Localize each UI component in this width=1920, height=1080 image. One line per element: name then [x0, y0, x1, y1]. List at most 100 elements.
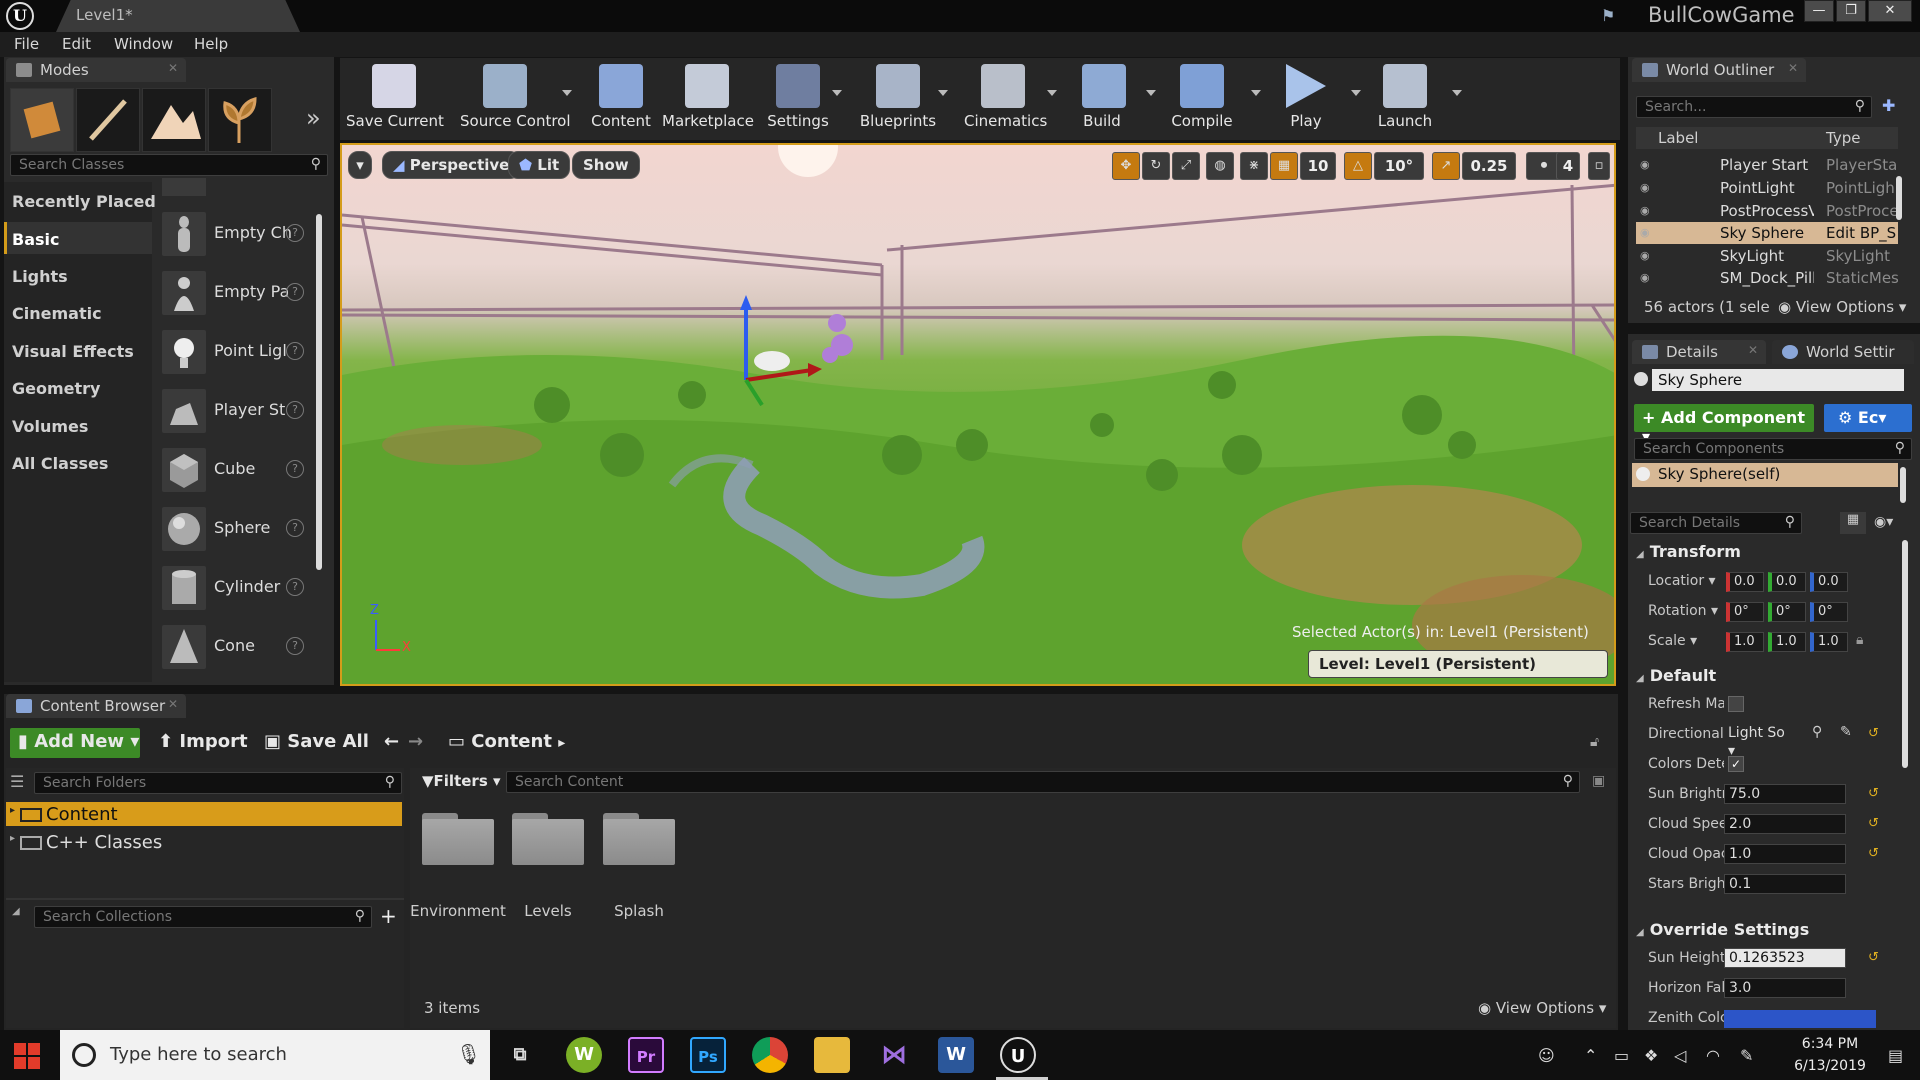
reset-arrow-icon[interactable]: ↺ [1868, 846, 1879, 861]
outliner-scrollbar[interactable] [1896, 176, 1902, 220]
close-icon[interactable]: ✕ [1748, 343, 1758, 357]
place-mode-icon[interactable] [10, 88, 74, 152]
lock-icon[interactable]: 🔓︎ [1590, 734, 1599, 750]
outliner-row[interactable]: ◉ SM_Dock_Pillar StaticMes [1636, 267, 1898, 289]
search-details-input[interactable]: Search Details ⚲ [1630, 512, 1802, 534]
modes-tab[interactable]: Modes ✕ [6, 58, 186, 82]
forward-button[interactable]: → [408, 728, 423, 758]
outliner-row-selected[interactable]: ◉ Sky Sphere Edit BP_S [1636, 222, 1898, 244]
help-icon[interactable]: ? [286, 519, 304, 537]
add-new-button[interactable]: ▮ Add New ▾ [10, 728, 140, 758]
help-icon[interactable]: ? [286, 460, 304, 478]
outliner-row[interactable]: ◉ Player Start PlayerSta [1636, 154, 1898, 176]
blueprints-button[interactable]: Blueprints [860, 60, 936, 136]
file-explorer-icon[interactable] [814, 1037, 850, 1073]
chevron-down-icon[interactable] [1146, 90, 1156, 96]
scale-snap-icon[interactable]: ↗ [1432, 152, 1460, 180]
chevron-down-icon[interactable] [938, 90, 948, 96]
reset-arrow-icon[interactable]: ↺ [1868, 816, 1879, 831]
category-volumes[interactable]: Volumes [12, 417, 88, 436]
chevron-down-icon[interactable] [1251, 90, 1261, 96]
cinematics-button[interactable]: Cinematics [964, 60, 1047, 136]
level-viewport[interactable]: Z X Selected Actor(s) in: Level1 (Persis… [340, 143, 1616, 686]
visibility-eye-icon[interactable]: ◉ [1640, 226, 1656, 239]
maximize-viewport-icon[interactable]: ▫ [1588, 152, 1610, 180]
refresh-material-checkbox[interactable] [1728, 696, 1744, 712]
search-collections-input[interactable]: Search Collections ⚲ [34, 906, 372, 928]
minimize-button[interactable]: — [1804, 0, 1834, 22]
chevron-down-icon[interactable] [1452, 90, 1462, 96]
visibility-eye-icon[interactable]: ◉ [1640, 249, 1656, 262]
category-recently-placed[interactable]: Recently Placed [12, 192, 156, 211]
world-settings-tab[interactable]: World Settir [1772, 340, 1914, 364]
foliage-mode-icon[interactable] [208, 88, 272, 152]
chevron-down-icon[interactable] [1351, 90, 1361, 96]
search-classes-input[interactable]: Search Classes ⚲ [10, 154, 328, 176]
level-tab[interactable]: Level1* [56, 0, 300, 32]
folder-splash[interactable] [603, 813, 675, 865]
visibility-eye-icon[interactable]: ◉ [1640, 271, 1656, 284]
eyedropper-icon[interactable]: ✎ [1840, 724, 1852, 740]
translate-tool-icon[interactable]: ✥ [1112, 152, 1140, 180]
menu-edit[interactable]: Edit [62, 35, 91, 53]
compile-button[interactable]: Compile [1171, 60, 1233, 136]
add-collection-icon[interactable]: + [380, 904, 397, 928]
close-icon[interactable]: ✕ [168, 61, 178, 75]
dropbox-icon[interactable]: ❖ [1644, 1046, 1658, 1065]
content-browser-tab[interactable]: Content Browser ✕ [6, 694, 186, 718]
zenith-color-swatch[interactable] [1724, 1010, 1876, 1028]
marketplace-button[interactable]: Marketplace [662, 60, 754, 136]
visibility-eye-icon[interactable]: ◉ [1640, 181, 1656, 194]
show-hidden-icons[interactable]: ⌃ [1584, 1046, 1597, 1065]
sources-toggle-icon[interactable]: ☰ [10, 772, 24, 791]
location-label[interactable]: Locatior ▾ [1648, 573, 1724, 589]
landscape-mode-icon[interactable] [142, 88, 206, 152]
horizon-falloff-input[interactable]: 3.0 [1724, 978, 1846, 998]
help-icon[interactable]: ? [286, 401, 304, 419]
search-folders-input[interactable]: Search Folders ⚲ [34, 772, 402, 794]
surface-snap-icon[interactable]: ⋇ [1240, 152, 1268, 180]
default-section[interactable]: Default [1632, 666, 1902, 690]
save-search-icon[interactable]: ▣ [1592, 773, 1605, 789]
sun-height-input[interactable]: 0.1263523 [1724, 948, 1846, 968]
world-space-icon[interactable]: ◍ [1206, 152, 1234, 180]
location-z-input[interactable]: 0.0 [1810, 572, 1848, 592]
scale-x-input[interactable]: 1.0 [1726, 632, 1764, 652]
category-lights[interactable]: Lights [12, 267, 68, 286]
search-content-input[interactable]: Search Content ⚲ [506, 771, 1580, 793]
save-current-button[interactable]: Save Current [346, 60, 444, 136]
tree-item-cpp[interactable]: ▸ C++ Classes [6, 830, 402, 854]
close-icon[interactable]: ✕ [1788, 61, 1798, 75]
scale-y-input[interactable]: 1.0 [1768, 632, 1806, 652]
add-component-button[interactable]: + Add Component ▾ [1634, 404, 1814, 446]
actor-name-field[interactable]: Sky Sphere [1652, 369, 1904, 391]
help-icon[interactable]: ? [286, 637, 304, 655]
maximize-button[interactable]: ❐ [1836, 0, 1866, 22]
camera-speed-value[interactable]: 4 [1556, 152, 1580, 180]
scale-tool-icon[interactable]: ⤢ [1172, 152, 1200, 180]
rotation-x-input[interactable]: 0° [1726, 602, 1764, 622]
transform-section[interactable]: Transform [1632, 542, 1902, 566]
component-self-row[interactable]: Sky Sphere(self) [1632, 463, 1898, 487]
outliner-row-type[interactable]: Edit BP_S [1826, 224, 1898, 242]
reset-arrow-icon[interactable]: ↺ [1868, 726, 1879, 741]
col-type[interactable]: Type [1826, 129, 1860, 147]
grid-snap-icon[interactable]: ▦ [1270, 152, 1298, 180]
category-visual-effects[interactable]: Visual Effects [12, 342, 134, 361]
task-view-icon[interactable]: ⧉ [502, 1037, 538, 1073]
menu-file[interactable]: File [14, 35, 39, 53]
help-icon[interactable]: ? [286, 578, 304, 596]
reset-arrow-icon[interactable]: ↺ [1868, 786, 1879, 801]
feedback-flag-icon[interactable]: ⚑ [1601, 6, 1621, 25]
edit-blueprint-button[interactable]: ⚙ Ec▾ [1824, 404, 1912, 432]
build-button[interactable]: Build [1082, 60, 1126, 136]
windows-start-icon[interactable] [14, 1043, 40, 1069]
help-icon[interactable]: ? [286, 224, 304, 242]
rotation-z-input[interactable]: 0° [1810, 602, 1848, 622]
stars-brightness-input[interactable]: 0.1 [1724, 874, 1846, 894]
outliner-view-options[interactable]: ◉ View Options ▾ [1778, 298, 1906, 316]
rotate-tool-icon[interactable]: ↻ [1142, 152, 1170, 180]
rotation-label[interactable]: Rotation ▾ [1648, 603, 1724, 619]
details-scrollbar[interactable] [1902, 540, 1908, 768]
sun-brightness-input[interactable]: 75.0 [1724, 784, 1846, 804]
